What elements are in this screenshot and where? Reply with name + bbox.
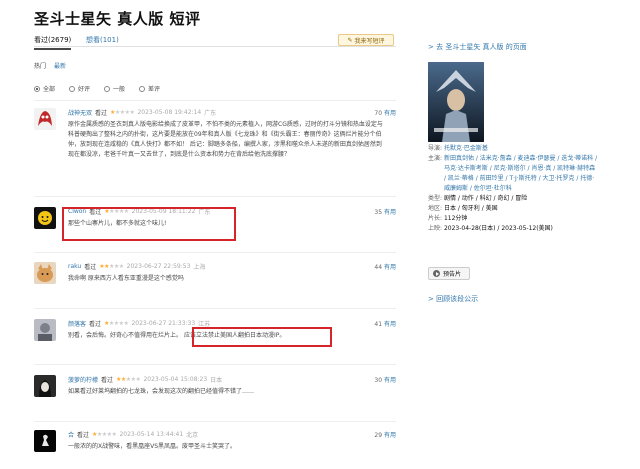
useful-button[interactable]: 有用	[384, 432, 396, 439]
useful-button[interactable]: 有用	[384, 377, 396, 384]
comment-time: 2023-05-08 19:42:14	[137, 109, 202, 116]
highlight-box	[62, 207, 236, 241]
rating-stars: ★★★★★	[99, 263, 124, 270]
write-comment-button[interactable]: ✎ 我来写短评	[338, 34, 394, 46]
rating-stars: ★★★★★	[110, 109, 135, 116]
vote-count: 41 有用	[374, 321, 396, 328]
comment-time: 2023-05-04 15:08:23	[143, 376, 208, 383]
highlight-box	[192, 327, 332, 347]
comment-item: 菠萝的柠檬 看过 ★★★★★ 2023-05-04 15:08:23 日本 30…	[34, 375, 396, 415]
avatar[interactable]	[34, 262, 56, 284]
vote-count: 35 有用	[374, 209, 396, 216]
watch-status: 看过	[77, 432, 90, 439]
sort-options: 热门 最新	[34, 61, 72, 70]
comment-location: 日本	[210, 377, 223, 384]
rating-stars: ★★★★★	[116, 376, 141, 383]
vote-count: 29 有用	[374, 432, 396, 439]
comment-item: 合 看过 ★★★★★ 2023-05-14 13:44:41 北京 29 有用 …	[34, 430, 396, 468]
comment-time: 2023-06-27 22:59:53	[126, 263, 191, 270]
divider	[34, 421, 396, 422]
useful-button[interactable]: 有用	[384, 209, 396, 216]
vote-count: 70 有用	[374, 110, 396, 117]
comment-text: 我命啊 原来西方人看东亚重漫是这个感觉吗	[68, 275, 184, 282]
sort-hot[interactable]: 热门	[34, 63, 46, 70]
radio-icon	[69, 85, 76, 92]
filter-mid[interactable]: 一般	[104, 84, 125, 93]
username[interactable]: raku	[68, 263, 81, 270]
avatar[interactable]	[34, 207, 56, 229]
comment-item: 战神无双 看过 ★★★★★ 2023-05-08 19:42:14 广东 70 …	[34, 108, 396, 188]
filter-bad[interactable]: 差评	[139, 84, 160, 93]
radio-icon	[139, 85, 146, 92]
filter-good[interactable]: 好评	[69, 84, 90, 93]
comment-text: 原作金属质感的圣衣到真人版电影给换成了皮革甲，不怕不类的元素植入，网游CG质感，…	[68, 121, 383, 158]
director[interactable]: 托默克·巴金斯基	[444, 145, 488, 152]
comment-item: raku 看过 ★★★★★ 2023-06-27 22:59:53 上海 44 …	[34, 262, 396, 302]
comment-text: 一般浓的的X战警味，看黑凰座VS黑凤凰。废甲圣斗士笑哭了。	[68, 443, 237, 450]
comment-location: 北京	[186, 432, 199, 439]
review-link[interactable]: > 回顾该段公示	[428, 294, 478, 304]
movie-info: 导演: 托默克·巴金斯基 主演: 新田真剑佑 / 法米克·詹森 / 麦迪森·伊瑟…	[428, 145, 598, 232]
region: 日本 / 匈牙利 / 美国	[443, 205, 498, 212]
rating-stars: ★★★★★	[92, 431, 117, 438]
watch-status: 看过	[95, 110, 108, 117]
comment-time: 2023-05-14 13:44:41	[119, 431, 184, 438]
tab-seen[interactable]: 看过(2679)	[34, 35, 72, 50]
divider	[34, 252, 396, 253]
username[interactable]: 颜落客	[68, 319, 86, 328]
divider	[34, 100, 396, 101]
username[interactable]: 战神无双	[68, 108, 92, 117]
page-title: 圣斗士星矢 真人版 短评	[34, 10, 201, 28]
vote-count: 30 有用	[374, 377, 396, 384]
watch-status: 看过	[84, 264, 97, 271]
watch-status: 看过	[101, 377, 114, 384]
filter-all[interactable]: 全部	[34, 84, 55, 93]
divider	[34, 308, 396, 309]
comment-text: 如果看过好莱坞翻拍的七龙珠，会发现这次的翻拍已经值得不错了……	[68, 388, 255, 395]
avatar[interactable]	[34, 375, 56, 397]
avatar[interactable]	[34, 108, 56, 130]
vote-count: 44 有用	[374, 264, 396, 271]
useful-button[interactable]: 有用	[384, 264, 396, 271]
useful-button[interactable]: 有用	[384, 321, 396, 328]
tab-want[interactable]: 想看(101)	[86, 35, 119, 45]
radio-icon	[104, 85, 111, 92]
avatar[interactable]	[34, 319, 56, 341]
play-icon	[433, 270, 440, 277]
watch-status: 看过	[89, 321, 102, 328]
cast-list[interactable]: 新田真剑佑 / 法米克·詹森 / 麦迪森·伊瑟曼 / 迭戈·蒂诺科 / 马克·达…	[444, 154, 598, 194]
rating-filter: 全部 好评 一般 差评	[34, 84, 160, 93]
username[interactable]: 合	[68, 430, 74, 439]
trailer-button[interactable]: 预告片	[428, 267, 470, 280]
pencil-icon: ✎	[347, 36, 353, 44]
movie-poster[interactable]	[428, 62, 484, 142]
comment-time: 2023-06-27 21:33:33	[131, 320, 196, 327]
genre: 剧情 / 动作 / 科幻 / 奇幻 / 冒险	[443, 195, 528, 202]
release-date: 2023-04-28(日本) / 2023-05-12(美国)	[443, 225, 553, 232]
username[interactable]: 菠萝的柠檬	[68, 375, 98, 384]
movie-page-link[interactable]: > 去 圣斗士星矢 真人版 的页面	[428, 42, 527, 52]
runtime: 112分钟	[443, 215, 468, 222]
rating-stars: ★★★★★	[104, 320, 129, 327]
divider	[34, 364, 396, 365]
avatar[interactable]	[34, 430, 56, 452]
sort-latest[interactable]: 最新	[54, 63, 66, 70]
radio-icon	[34, 85, 40, 92]
useful-button[interactable]: 有用	[384, 110, 396, 117]
comment-location: 广东	[204, 110, 217, 117]
comment-location: 上海	[193, 264, 206, 271]
divider	[34, 196, 396, 197]
